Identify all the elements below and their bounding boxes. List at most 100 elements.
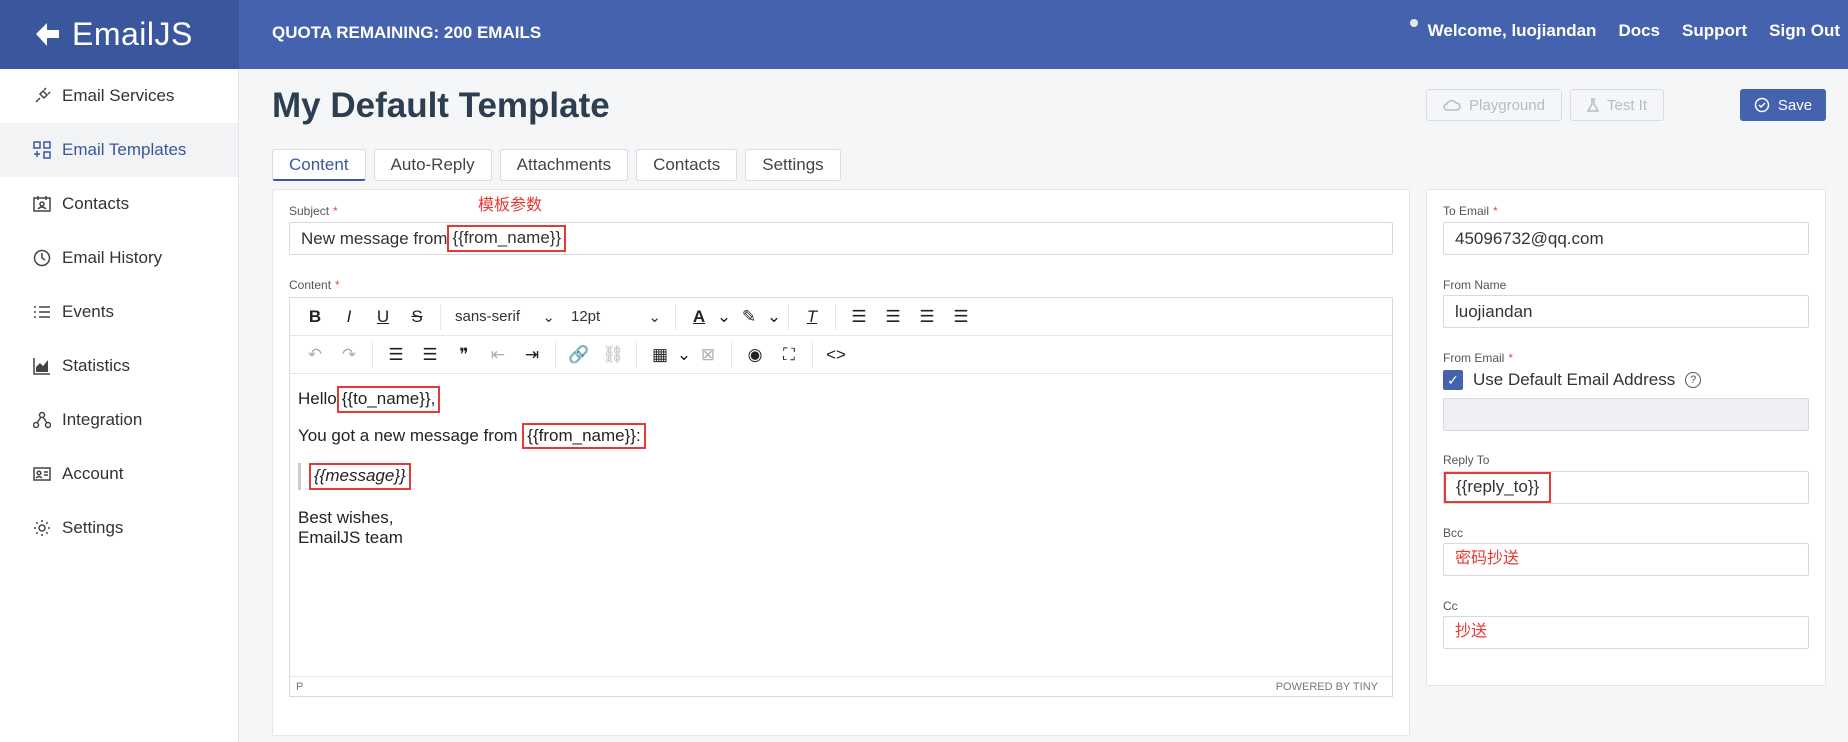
italic-icon[interactable]: I — [332, 302, 366, 332]
table-icon[interactable]: ▦ — [643, 340, 677, 370]
tab-contacts[interactable]: Contacts — [636, 149, 738, 181]
subject-var-highlight: {{from_name}} — [447, 225, 567, 252]
editor-statusbar: P POWERED BY TINY — [290, 676, 1392, 696]
tab-content[interactable]: Content — [272, 149, 366, 181]
toolbar-divider — [440, 303, 441, 330]
sidebar-item-email-services[interactable]: Email Services — [0, 69, 238, 123]
top-bar: EmailJS QUOTA REMAINING: 200 EMAILS Welc… — [0, 0, 1848, 69]
tab-settings[interactable]: Settings — [745, 149, 841, 181]
indent-icon[interactable]: ⇥ — [515, 340, 549, 370]
underline-icon[interactable]: U — [366, 302, 400, 332]
preview-icon[interactable]: ◉ — [738, 340, 772, 370]
bcc-input[interactable]: 密码抄送 — [1443, 543, 1809, 576]
sidebar-item-label: Integration — [62, 410, 143, 429]
sidebar-item-integration[interactable]: Integration — [0, 393, 238, 447]
chevron-down-icon[interactable]: ⌄ — [766, 302, 782, 332]
sidebar-item-label: Statistics — [62, 356, 131, 375]
align-left-icon[interactable]: ☰ — [842, 302, 876, 332]
bold-icon[interactable]: B — [298, 302, 332, 332]
numbered-list-icon[interactable]: ☰ — [413, 340, 447, 370]
annotation-cc: 抄送 — [1455, 623, 1488, 640]
message-var-highlight: {{message}} — [309, 463, 411, 491]
use-default-email-checkbox[interactable]: ✓ — [1443, 370, 1463, 390]
use-default-email-label: Use Default Email Address — [1473, 370, 1676, 389]
chevron-down-icon[interactable]: ⌄ — [716, 302, 732, 332]
font-size-select[interactable]: 12pt ⌄ — [563, 302, 669, 332]
undo-icon[interactable]: ↶ — [298, 340, 332, 370]
subject-label: Subject * — [289, 204, 338, 218]
cc-input[interactable]: 抄送 — [1443, 616, 1809, 649]
outdent-icon[interactable]: ⇤ — [481, 340, 515, 370]
chevron-down-icon: ⌄ — [542, 308, 555, 326]
delete-table-icon[interactable]: ⊠ — [691, 340, 725, 370]
align-center-icon[interactable]: ☰ — [876, 302, 910, 332]
sidebar-item-settings[interactable]: Settings — [0, 501, 238, 555]
docs-link[interactable]: Docs — [1618, 21, 1660, 41]
powered-by-tiny[interactable]: POWERED BY TINY — [1276, 681, 1378, 693]
blockquote-icon[interactable]: ❞ — [447, 340, 481, 370]
align-justify-icon[interactable]: ☰ — [944, 302, 978, 332]
toolbar-divider — [372, 341, 373, 368]
unlink-icon[interactable]: ⛓ — [596, 340, 630, 370]
support-link[interactable]: Support — [1682, 21, 1747, 41]
logo[interactable]: EmailJS — [0, 0, 239, 69]
source-code-icon[interactable]: <> — [819, 340, 853, 370]
reply-to-var-highlight: {{reply_to}} — [1444, 472, 1552, 503]
font-family-select[interactable]: sans-serif ⌄ — [447, 302, 563, 332]
check-circle-icon — [1754, 97, 1770, 113]
text-color-icon[interactable]: A — [682, 302, 716, 332]
sidebar-item-contacts[interactable]: Contacts — [0, 177, 238, 231]
sidebar-item-email-history[interactable]: Email History — [0, 231, 238, 285]
highlight-color-icon[interactable]: ✎ — [732, 302, 766, 332]
sidebar-item-statistics[interactable]: Statistics — [0, 339, 238, 393]
save-button[interactable]: Save — [1740, 89, 1826, 121]
playground-button[interactable]: Playground — [1426, 89, 1562, 121]
rich-text-editor[interactable]: B I U S sans-serif ⌄ 12pt ⌄ A ⌄ ✎ ⌄ T ☰ ☰ … — [289, 297, 1393, 697]
account-icon — [32, 464, 52, 484]
sidebar-item-email-templates[interactable]: Email Templates — [0, 123, 238, 177]
sidebar-item-events[interactable]: Events — [0, 285, 238, 339]
to-email-input[interactable]: 45096732@qq.com — [1443, 222, 1809, 255]
to-name-var-highlight: {{to_name}}, — [336, 386, 441, 413]
toolbar-divider — [675, 303, 676, 330]
strikethrough-icon[interactable]: S — [400, 302, 434, 332]
history-icon — [32, 248, 52, 268]
reply-to-input[interactable]: {{reply_to}} — [1443, 471, 1809, 504]
tab-auto-reply[interactable]: Auto-Reply — [373, 149, 492, 181]
editor-body[interactable]: Hello {{to_name}}, You got a new message … — [298, 386, 1382, 548]
contacts-icon — [32, 194, 52, 214]
sidebar-item-label: Account — [62, 464, 124, 483]
redo-icon[interactable]: ↷ — [332, 340, 366, 370]
tab-attachments[interactable]: Attachments — [499, 149, 629, 181]
toolbar-divider — [788, 303, 789, 330]
sidebar-item-account[interactable]: Account — [0, 447, 238, 501]
test-it-button[interactable]: Test It — [1570, 89, 1664, 121]
username: luojiandan — [1511, 21, 1597, 40]
align-right-icon[interactable]: ☰ — [910, 302, 944, 332]
toolbar-divider — [555, 341, 556, 368]
fullscreen-icon[interactable]: ⛶ — [772, 340, 806, 370]
sidebar-item-label: Email History — [62, 248, 163, 267]
reply-to-label: Reply To — [1443, 453, 1490, 467]
integration-icon — [32, 410, 52, 430]
element-path: P — [296, 680, 304, 693]
editor-toolbar-row-2: ↶ ↷ ☰ ☰ ❞ ⇤ ⇥ 🔗 ⛓ ▦ ⌄ ⊠ ◉ ⛶ <> — [290, 336, 1392, 374]
sidebar-item-label: Settings — [62, 518, 124, 537]
bullet-list-icon[interactable]: ☰ — [379, 340, 413, 370]
welcome-text: Welcome, luojiandan — [1427, 21, 1597, 40]
to-email-label: To Email * — [1443, 204, 1498, 218]
chevron-down-icon[interactable]: ⌄ — [677, 340, 691, 370]
help-icon[interactable]: ? — [1685, 372, 1702, 388]
list-icon — [32, 302, 52, 322]
link-icon[interactable]: 🔗 — [562, 340, 596, 370]
sidebar-item-label: Contacts — [62, 194, 130, 213]
clear-format-icon[interactable]: T — [795, 302, 829, 332]
flask-icon — [1586, 98, 1599, 112]
subject-input[interactable]: New message from {{from_name}} — [289, 222, 1393, 255]
toolbar-divider — [812, 341, 813, 368]
signout-link[interactable]: Sign Out — [1769, 21, 1840, 41]
from-email-label: From Email * — [1443, 351, 1514, 365]
toolbar-divider — [731, 341, 732, 368]
from-name-input[interactable]: luojiandan — [1443, 295, 1809, 328]
cloud-icon — [1443, 99, 1461, 111]
